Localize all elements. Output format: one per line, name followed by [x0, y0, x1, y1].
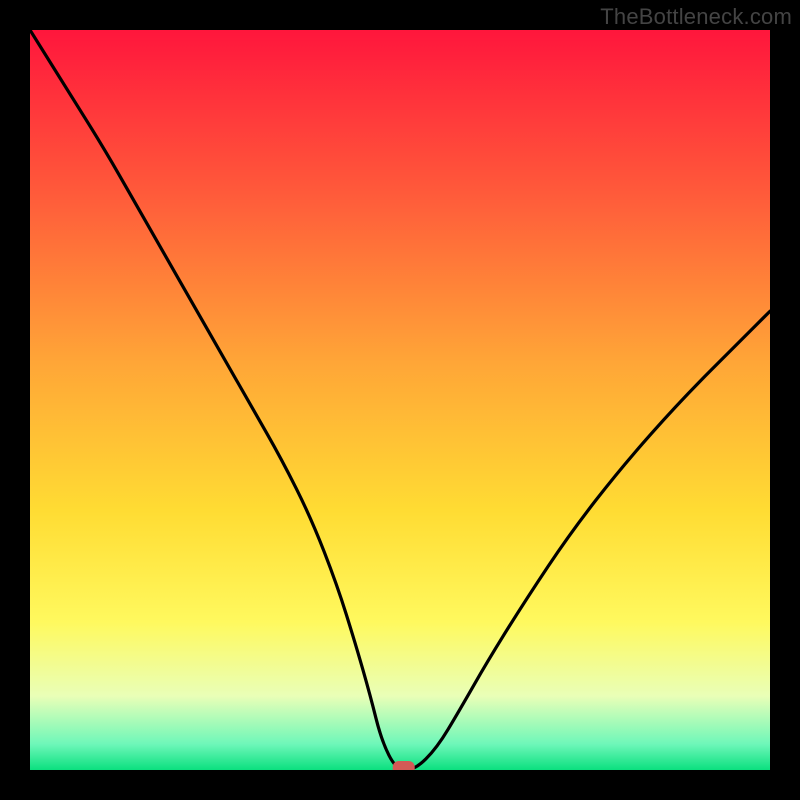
- chart-plot: [30, 30, 770, 770]
- optimum-marker: [393, 761, 415, 770]
- chart-frame: TheBottleneck.com: [0, 0, 800, 800]
- chart-svg: [30, 30, 770, 770]
- watermark-label: TheBottleneck.com: [600, 4, 792, 30]
- chart-background: [30, 30, 770, 770]
